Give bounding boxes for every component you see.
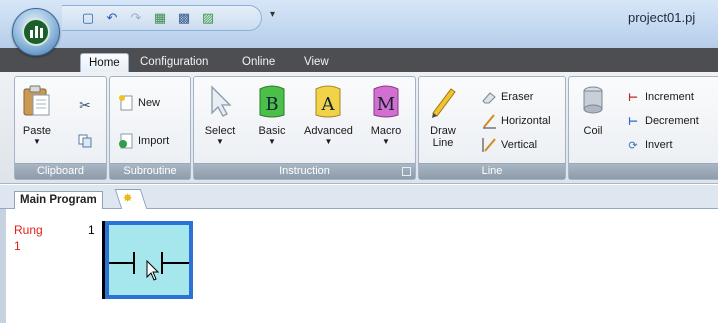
import-button[interactable]: Import [118,133,169,149]
tab-online[interactable]: Online [234,53,283,72]
rung-label: Rung [14,223,43,237]
decrement-icon: ⊢ [627,115,639,128]
vertical-label: Vertical [501,139,538,151]
tab-home[interactable]: Home [80,53,129,72]
mouse-cursor-icon [146,259,160,285]
increment-label: Increment [645,91,694,103]
pencil-icon [427,83,459,119]
invert-button[interactable]: ⟳ Invert [625,137,673,153]
basic-label: Basic [258,125,286,137]
tab-main-program[interactable]: Main Program [14,191,103,210]
macro-label: Macro [370,125,402,137]
advanced-button[interactable]: A Advanced ▼ [304,83,353,146]
download-icon[interactable]: ▩ [176,10,192,26]
basic-button[interactable]: B Basic ▼ [256,83,288,146]
svg-text:B: B [265,94,278,115]
select-button[interactable]: Select ▼ [204,83,236,146]
cut-button[interactable]: ✂ [77,97,93,113]
tab-view[interactable]: View [296,53,337,72]
select-label: Select [204,125,236,137]
subroutine-group-label: Subroutine [110,163,190,179]
line-group-label: Line [419,163,565,179]
advanced-instruction-icon: A [312,83,344,119]
vertical-line-icon [481,137,497,153]
document-tab-bar: Main Program ✸ [0,185,718,210]
ladder-editor[interactable]: Rung 1 1 [0,209,718,323]
instruction-group-label: Instruction [194,163,415,179]
paste-dropdown-icon: ▼ [33,137,41,146]
contact-left-bar [133,252,135,274]
eraser-button[interactable]: Eraser [481,89,533,105]
scissors-icon: ✂ [79,96,91,113]
coil-label: Coil [583,125,603,137]
window-title: project01.pj [628,10,696,25]
clipboard-group: Paste ▼ ✂ Clipboard [14,76,107,180]
copy-icon [77,133,93,149]
upload-icon[interactable]: ▨ [200,10,216,26]
decrement-button[interactable]: ⊢ Decrement [625,113,699,129]
advanced-dropdown-icon: ▼ [324,137,333,146]
tab-configuration[interactable]: Configuration [132,53,216,72]
copy-button[interactable] [77,133,93,149]
new-document-icon [118,95,134,111]
macro-dropdown-icon: ▼ [382,137,390,146]
title-bar: ▢ ↶ ↷ ▦ ▩ ▨ ▾ project01.pj [0,0,718,56]
output-group-label [569,163,718,179]
redo-icon[interactable]: ↷ [128,10,144,26]
vertical-line-button[interactable]: Vertical [481,137,537,153]
draw-line-label-2: Line [432,137,454,149]
ribbon-tab-bar: Home Configuration Online View [0,48,718,72]
quick-access-toolbar: ▢ ↶ ↷ ▦ ▩ ▨ [62,5,262,31]
coil-icon [577,83,609,119]
instruction-group: Select ▼ B Basic ▼ A Advanced ▼ M Macro … [193,76,416,180]
arrow-pointer-icon [204,83,236,119]
horizontal-line-button[interactable]: Horizontal [481,113,551,129]
draw-line-label-1: Draw [430,125,456,137]
paste-button[interactable]: Paste ▼ [21,83,53,146]
paste-icon [21,83,53,119]
output-group: Coil ⊢ Increment ⊢ Decrement ⟳ Invert [568,76,718,180]
eraser-icon [481,89,497,105]
advanced-label: Advanced [304,125,353,137]
new-tab-icon: ✸ [122,191,133,205]
increment-button[interactable]: ⊢ Increment [625,89,694,105]
decrement-label: Decrement [645,115,699,127]
clipboard-group-label: Clipboard [15,163,106,179]
ribbon: Paste ▼ ✂ Clipboard New Import Subroutin… [0,72,718,184]
new-subroutine-button[interactable]: New [118,95,160,111]
invert-icon: ⟳ [628,139,638,152]
subroutine-group: New Import Subroutine [109,76,191,180]
save-icon[interactable]: ▢ [80,10,96,26]
undo-icon[interactable]: ↶ [104,10,120,26]
basic-instruction-icon: B [256,83,288,119]
app-logo-icon [22,18,50,46]
increment-icon: ⊢ [627,91,639,104]
svg-text:M: M [377,94,395,115]
select-dropdown-icon: ▼ [216,137,224,146]
line-group: Draw Line Eraser Horizontal Vertical Lin… [418,76,566,180]
coil-button[interactable]: Coil [577,83,609,137]
eraser-label: Eraser [501,91,534,103]
rung-index: 1 [14,239,21,253]
contact-wire-left [109,262,135,264]
draw-line-button[interactable]: Draw Line [427,83,459,149]
import-icon [118,133,134,149]
instruction-dialog-launcher-icon[interactable] [402,167,411,176]
basic-dropdown-icon: ▼ [268,137,276,146]
invert-label: Invert [645,139,673,151]
contact-wire-right [161,262,189,264]
macro-button[interactable]: M Macro ▼ [370,83,402,146]
macro-instruction-icon: M [370,83,402,119]
application-menu-button[interactable] [12,8,60,56]
horizontal-label: Horizontal [501,115,551,127]
new-tab-button[interactable]: ✸ [114,189,148,209]
horizontal-line-icon [481,113,497,129]
customize-qat-icon[interactable]: ▾ [270,9,275,20]
import-label: Import [138,135,170,147]
rung-number: 1 [88,223,95,237]
svg-text:A: A [321,94,336,115]
paste-label: Paste [22,125,52,137]
open-icon[interactable]: ▦ [152,10,168,26]
new-label: New [138,97,161,109]
